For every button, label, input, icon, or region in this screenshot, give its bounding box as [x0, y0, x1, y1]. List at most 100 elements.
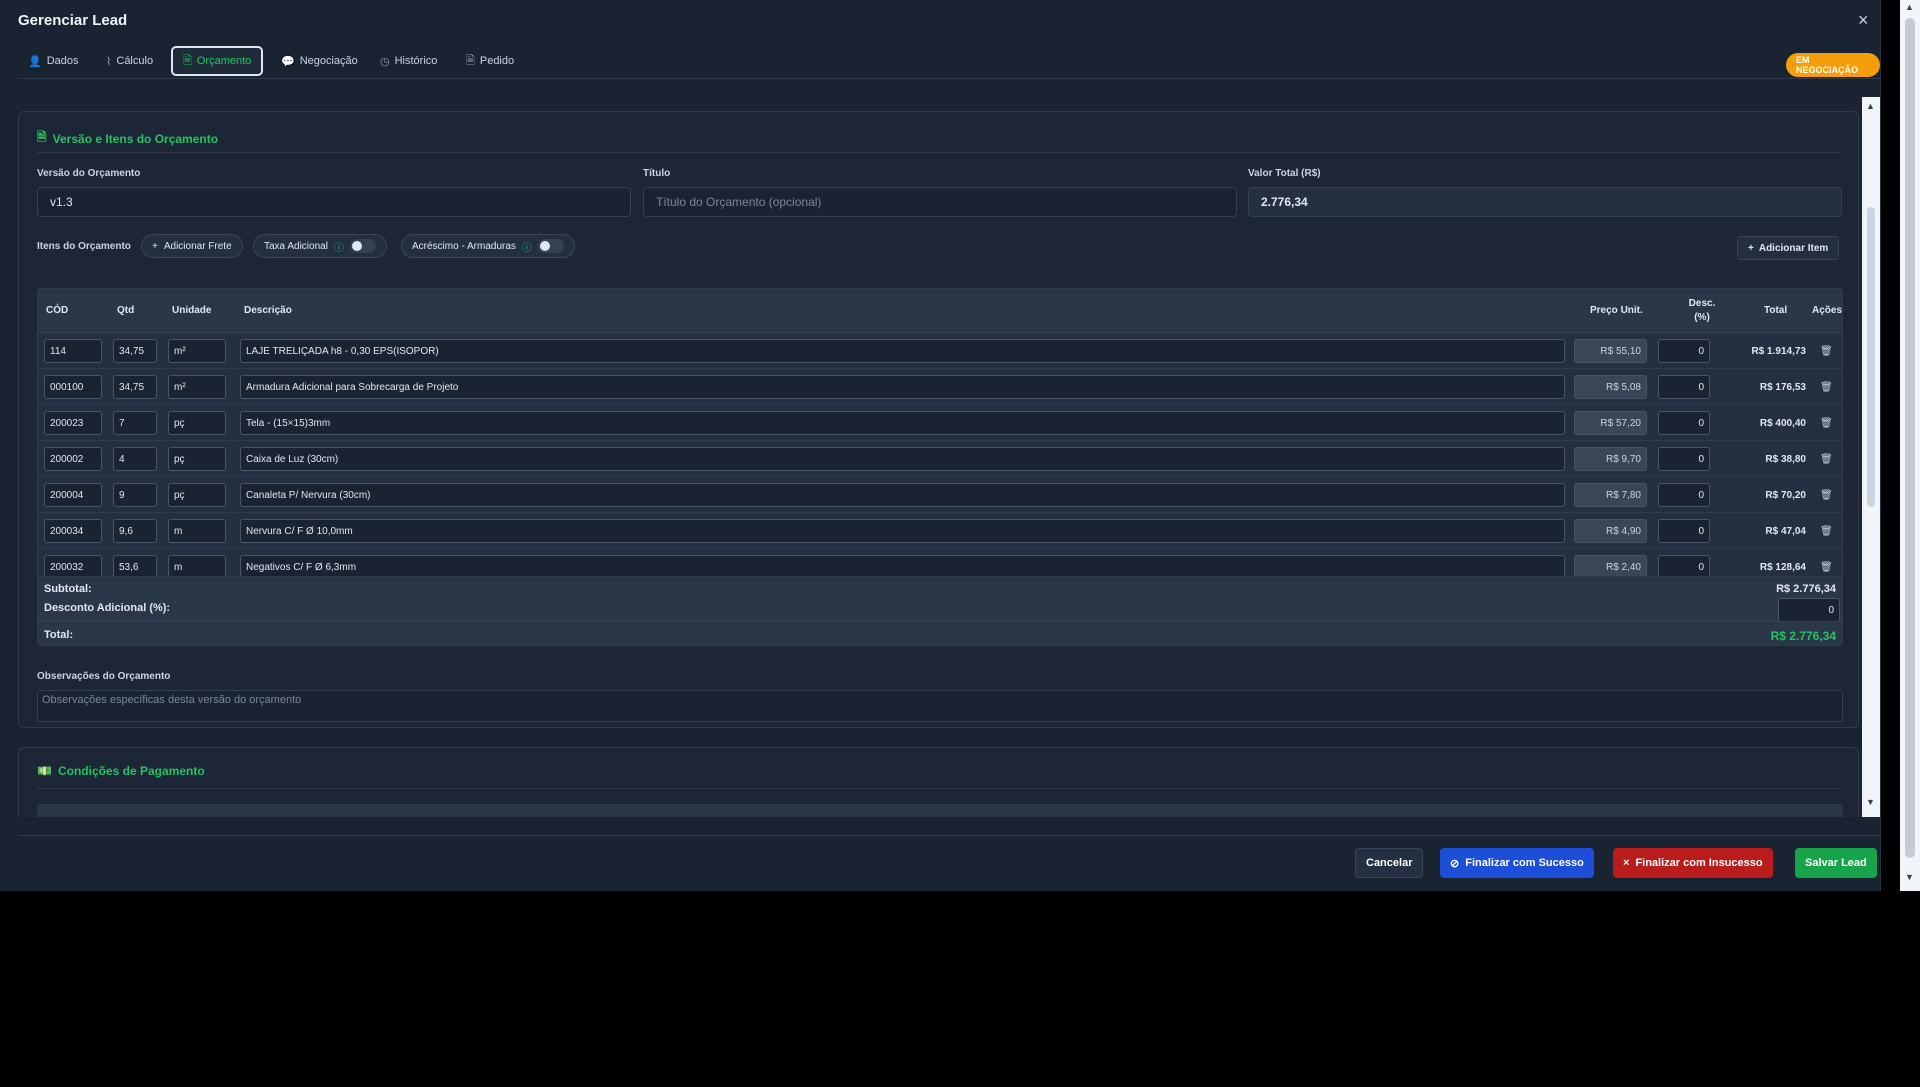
description-input[interactable]: Armadura Adicional para Sobrecarga de Pr… [240, 375, 1565, 399]
col-acoes: Ações [1812, 305, 1843, 316]
tab-orcamento[interactable]: 🗎 Orçamento [171, 46, 264, 76]
discount-input[interactable]: 0 [1778, 598, 1840, 622]
title-label: Título [643, 168, 671, 179]
divider [38, 621, 1842, 622]
unit-select[interactable]: m² [168, 339, 226, 363]
cod-input[interactable]: 200023 [44, 411, 102, 435]
tab-label: Cálculo [116, 55, 154, 67]
tab-calculo[interactable]: ⌇ Cálculo [106, 45, 153, 77]
col-cod: CÓD [46, 305, 69, 316]
cod-input[interactable]: 114 [44, 339, 102, 363]
description-input[interactable]: Caixa de Luz (30cm) [240, 447, 1565, 471]
trash-icon[interactable]: 🗑 [1820, 513, 1833, 549]
row-total: R$ 1.914,73 [1751, 345, 1807, 357]
x-icon: × [1623, 857, 1630, 869]
unit-select[interactable]: pç [168, 447, 226, 471]
scroll-thumb[interactable] [1867, 207, 1875, 507]
discount-input[interactable]: 0 [1658, 411, 1710, 435]
items-label: Itens do Orçamento [37, 241, 131, 252]
table-row: 200023 7 pç Tela - (15×15)3mm R$ 57,20 0 R$ 40… [38, 405, 1842, 441]
table-row: 114 34,75 m² LAJE TRELIÇADA h8 - 0,30 EPS(I… [38, 333, 1842, 369]
total-value-field: 2.776,34 [1248, 187, 1842, 217]
cod-input[interactable]: 200002 [44, 447, 102, 471]
summary-box: Subtotal: R$ 2.776,34 Desconto Adicional… [37, 576, 1843, 646]
qtd-input[interactable]: 34,75 [113, 375, 157, 399]
budget-card: 🗎 Versão e Itens do Orçamento Versão do O… [18, 111, 1859, 728]
page-scroll-thumb[interactable] [1905, 18, 1915, 858]
check-circle-icon: ⊘ [1450, 857, 1460, 870]
add-item-button[interactable]: + Adicionar Item [1737, 236, 1840, 260]
close-icon[interactable]: × [1858, 10, 1869, 31]
toggle-switch[interactable] [537, 239, 564, 253]
qtd-input[interactable]: 9 [113, 483, 157, 507]
extra-fee-toggle[interactable]: Taxa Adicional ⓘ [253, 234, 387, 258]
unit-price-field: R$ 57,20 [1574, 411, 1647, 435]
description-input[interactable]: Canaleta P/ Nervura (30cm) [240, 483, 1565, 507]
scroll-up-icon[interactable]: ▲ [1905, 2, 1914, 12]
plus-icon: + [152, 240, 158, 252]
col-preco: Preço Unit. [1590, 305, 1643, 316]
section-title-text: Versão e Itens do Orçamento [52, 131, 219, 146]
surcharge-toggle[interactable]: Acréscimo - Armaduras ⓘ [401, 234, 575, 258]
notes-label: Observações do Orçamento [37, 671, 171, 682]
notes-textarea[interactable]: Observações específicas desta versão do … [37, 690, 1843, 722]
trash-icon[interactable]: 🗑 [1820, 369, 1833, 405]
discount-input[interactable]: 0 [1658, 447, 1710, 471]
title-input[interactable]: Título do Orçamento (opcional) [643, 187, 1237, 217]
description-input[interactable]: Tela - (15×15)3mm [240, 411, 1565, 435]
discount-input[interactable]: 0 [1658, 483, 1710, 507]
cancel-button[interactable]: Cancelar [1355, 848, 1424, 878]
qtd-input[interactable]: 34,75 [113, 339, 157, 363]
total-value-label: Valor Total (R$) [1248, 168, 1321, 179]
cod-input[interactable]: 200034 [44, 519, 102, 543]
scroll-down-icon[interactable]: ▼ [1905, 872, 1914, 882]
clock-icon: ◷ [380, 55, 390, 68]
cod-input[interactable]: 200004 [44, 483, 102, 507]
add-freight-button[interactable]: + Adicionar Frete [141, 234, 243, 258]
description-input[interactable]: Nervura C/ F Ø 10,0mm [240, 519, 1565, 543]
cod-input[interactable]: 000100 [44, 375, 102, 399]
toggle-switch[interactable] [349, 239, 376, 253]
trash-icon[interactable]: 🗑 [1820, 441, 1833, 477]
tab-historico[interactable]: ◷ Histórico [380, 45, 437, 77]
trash-icon[interactable]: 🗑 [1820, 405, 1833, 441]
unit-select[interactable]: pç [168, 411, 226, 435]
payment-card: 💵 Condições de Pagamento [18, 747, 1859, 817]
scroll-up-icon[interactable]: ▲ [1866, 101, 1875, 111]
page-scrollbar[interactable]: ▲ ▼ [1900, 0, 1920, 891]
unit-select[interactable]: pç [168, 483, 226, 507]
modal-title: Gerenciar Lead [18, 12, 128, 29]
content-scrollbar[interactable]: ▲ ▼ [1862, 97, 1880, 817]
subtotal-value: R$ 2.776,34 [1776, 583, 1836, 595]
finish-success-button[interactable]: ⊘ Finalizar com Sucesso [1440, 848, 1594, 878]
table-header: CÓD Qtd Unidade Descrição Preço Unit. De… [38, 289, 1842, 333]
section-title-text: Condições de Pagamento [57, 764, 205, 778]
discount-input[interactable]: 0 [1658, 519, 1710, 543]
table-body: 114 34,75 m² LAJE TRELIÇADA h8 - 0,30 EPS(I… [38, 333, 1842, 585]
tab-dados[interactable]: 👤 Dados [28, 45, 79, 77]
qtd-input[interactable]: 7 [113, 411, 157, 435]
trash-icon[interactable]: 🗑 [1820, 333, 1833, 369]
budget-section-title: 🗎 Versão e Itens do Orçamento [37, 128, 218, 149]
tab-negociacao[interactable]: 💬 Negociação [281, 45, 358, 77]
qtd-input[interactable]: 9,6 [113, 519, 157, 543]
file-icon: 🗎 [183, 54, 192, 67]
button-label: Adicionar Frete [163, 240, 232, 252]
scroll-down-icon[interactable]: ▼ [1866, 797, 1875, 807]
unit-select[interactable]: m² [168, 375, 226, 399]
qtd-input[interactable]: 4 [113, 447, 157, 471]
col-qtd: Qtd [117, 305, 135, 316]
discount-input[interactable]: 0 [1658, 339, 1710, 363]
tab-label: Orçamento [196, 55, 252, 67]
description-input[interactable]: LAJE TRELIÇADA h8 - 0,30 EPS(ISOPOR) [240, 339, 1565, 363]
discount-input[interactable]: 0 [1658, 375, 1710, 399]
col-descricao: Descrição [244, 305, 292, 316]
table-row: 200002 4 pç Caixa de Luz (30cm) R$ 9,70 0 R$ 3… [38, 441, 1842, 477]
finish-failure-button[interactable]: × Finalizar com Insucesso [1613, 848, 1773, 878]
save-lead-button[interactable]: Salvar Lead [1795, 848, 1877, 878]
unit-select[interactable]: m [168, 519, 226, 543]
trash-icon[interactable]: 🗑 [1820, 477, 1833, 513]
total-label: Total: [44, 629, 74, 641]
version-input[interactable]: v1.3 [37, 187, 631, 217]
tab-pedido[interactable]: 🗎 Pedido [466, 45, 514, 77]
